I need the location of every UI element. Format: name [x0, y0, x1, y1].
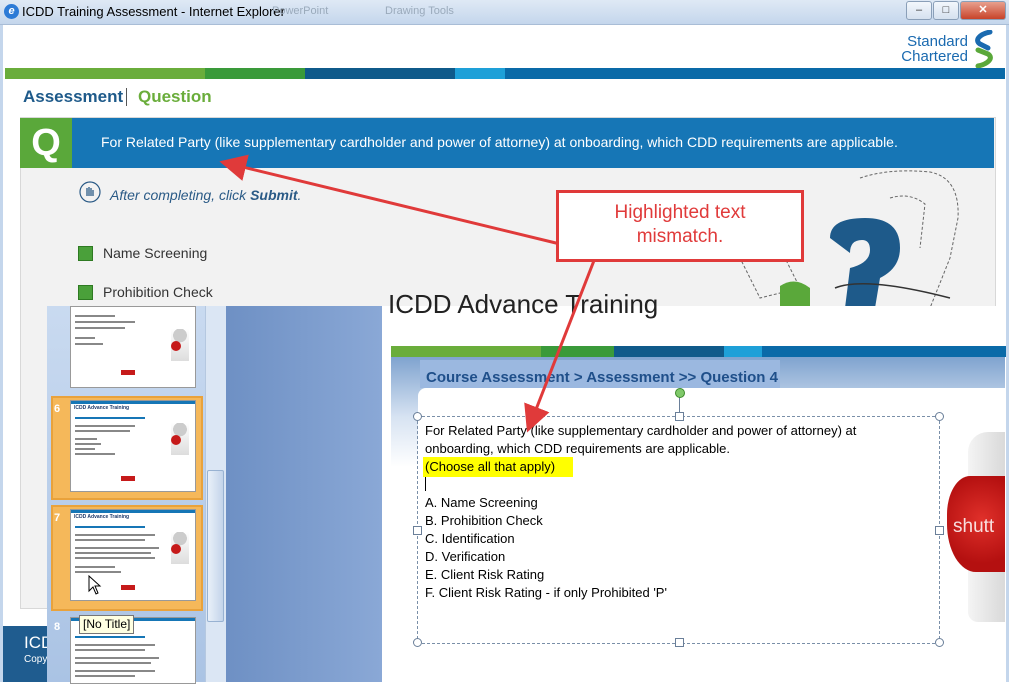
instruction-text: After completing, click Submit.: [110, 187, 301, 203]
minimize-button[interactable]: –: [906, 1, 932, 20]
maximize-button[interactable]: □: [933, 1, 959, 20]
slide-question-line[interactable]: onboarding, which CDD requirements are a…: [425, 441, 730, 456]
logo-line: Chartered: [901, 48, 968, 65]
slide-option[interactable]: D. Verification: [425, 549, 505, 564]
logo-line: Standard: [907, 33, 968, 50]
image-watermark: shutt: [953, 516, 995, 537]
callout-line: Highlighted text: [614, 202, 746, 223]
instruction-submit: Submit: [250, 187, 298, 203]
slide-thumbnail[interactable]: [70, 306, 196, 388]
slide-number: 6: [54, 403, 61, 415]
ghost-title-text: PowerPoint: [272, 5, 329, 17]
thumbnail-tooltip: [No Title]: [79, 615, 135, 634]
question-badge: Q: [20, 118, 72, 168]
instruction-suffix: .: [297, 187, 302, 203]
logo-text: Standard Chartered: [898, 34, 968, 64]
header-band: [455, 68, 505, 79]
close-button[interactable]: ✕: [960, 1, 1006, 20]
scrollbar-thumb[interactable]: [207, 470, 224, 622]
rotation-handle[interactable]: [675, 388, 685, 398]
breadcrumb-separator: [126, 88, 127, 106]
slide-option[interactable]: E. Client Risk Rating: [425, 567, 544, 582]
option-checkbox[interactable]: [78, 246, 93, 261]
slide-band: [762, 346, 1006, 357]
footer-copyright: Copy: [24, 654, 48, 665]
title-bar: e ICDD Training Assessment - Internet Ex…: [0, 0, 1009, 25]
window-title: ICDD Training Assessment - Internet Expl…: [22, 4, 285, 19]
thumbnail-caption: ICDD Advance Training: [74, 514, 130, 520]
option-label[interactable]: Prohibition Check: [103, 284, 213, 300]
ie-icon: e: [4, 4, 19, 19]
resize-handle[interactable]: [413, 526, 422, 535]
option-checkbox[interactable]: [78, 285, 93, 300]
slide-band: [614, 346, 724, 357]
rotation-handle-line: [679, 396, 680, 413]
option-label[interactable]: Name Screening: [103, 245, 207, 261]
slide-number: 8: [54, 621, 61, 633]
slide-editor-gutter: [226, 306, 382, 682]
slide-band: [724, 346, 762, 357]
resize-handle[interactable]: [413, 412, 422, 421]
resize-handle[interactable]: [935, 412, 944, 421]
annotation-callout-text: Highlighted text mismatch.: [556, 201, 804, 249]
header-band: [5, 68, 205, 79]
text-cursor: [425, 477, 426, 491]
mouse-cursor-icon: [88, 575, 102, 595]
slide-number: 7: [54, 512, 61, 524]
slide-option[interactable]: C. Identification: [425, 531, 515, 546]
resize-handle[interactable]: [935, 526, 944, 535]
hand-pointer-icon: [79, 181, 101, 203]
slide-option[interactable]: F. Client Risk Rating - if only Prohibit…: [425, 585, 667, 600]
slide-thumbnail[interactable]: ICDD Advance Training: [70, 400, 196, 492]
resize-handle[interactable]: [935, 638, 944, 647]
instruction-prefix: After completing, click: [110, 187, 251, 203]
header-band: [205, 68, 305, 79]
slide-question-line[interactable]: For Related Party (like supplementary ca…: [425, 423, 856, 438]
window-border-left: [0, 25, 3, 682]
slide-band: [391, 346, 541, 357]
slide-band: [541, 346, 614, 357]
resize-handle[interactable]: [675, 412, 684, 421]
header-band: [305, 68, 455, 79]
slide-title[interactable]: ICDD Advance Training: [388, 289, 658, 320]
slide-option[interactable]: A. Name Screening: [425, 495, 538, 510]
resize-handle[interactable]: [675, 638, 684, 647]
callout-line: mismatch.: [636, 226, 724, 247]
resize-handle[interactable]: [413, 638, 422, 647]
breadcrumb-question: Question: [138, 87, 212, 106]
question-text: For Related Party (like supplementary ca…: [101, 134, 898, 150]
thumbnail-caption: ICDD Advance Training: [74, 405, 130, 411]
header-band: [505, 68, 1005, 79]
breadcrumb-assessment: Assessment: [23, 87, 124, 106]
slide-header-text: Course Assessment > Assessment >> Questi…: [426, 369, 778, 386]
standard-chartered-logo-icon: [975, 30, 993, 68]
slide-option[interactable]: B. Prohibition Check: [425, 513, 543, 528]
slide-highlighted-text[interactable]: (Choose all that apply): [425, 459, 555, 474]
ghost-title-text: Drawing Tools: [385, 5, 454, 17]
